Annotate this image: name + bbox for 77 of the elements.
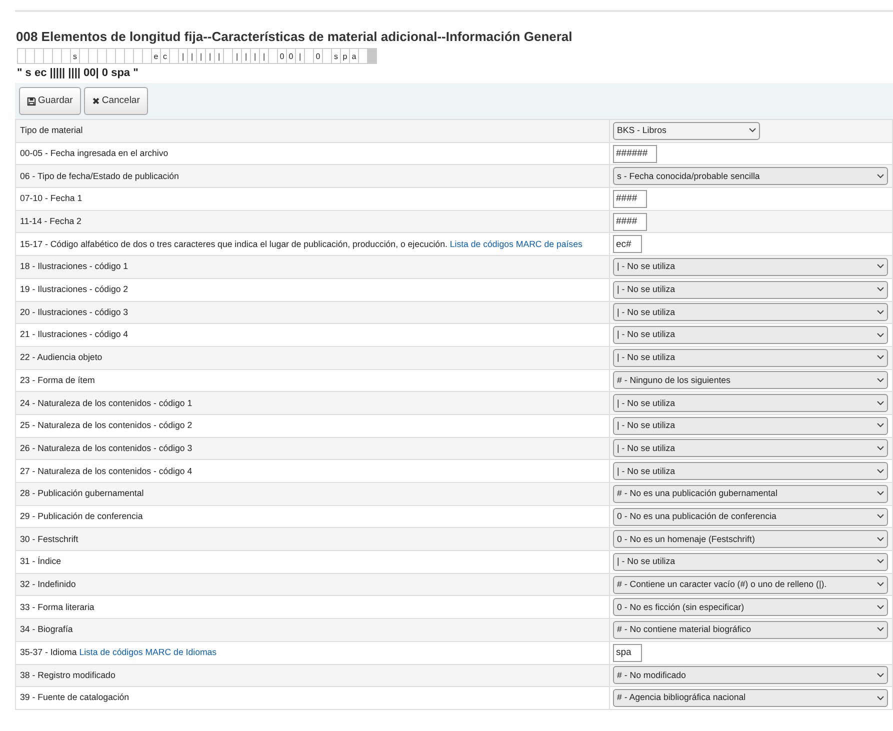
input-field[interactable]: #### xyxy=(613,212,647,231)
field-label: 11-14 - Fecha 2 xyxy=(20,216,82,226)
dropdown[interactable]: # - No modificado xyxy=(613,666,888,684)
field-label: 33 - Forma literaria xyxy=(20,602,94,612)
field-label: 00-05 - Fecha ingresada en el archivo xyxy=(20,148,168,158)
field-label: 21 - Ilustraciones - código 4 xyxy=(20,329,128,340)
dropdown[interactable]: | - No se utiliza xyxy=(613,280,888,299)
character-cell[interactable]: | xyxy=(233,48,242,64)
character-cell[interactable]: s xyxy=(332,48,341,64)
field-label: 35-37 - Idioma xyxy=(20,647,77,658)
dropdown[interactable]: | - No se utiliza xyxy=(613,439,888,458)
character-cell[interactable]: | xyxy=(215,48,224,64)
field-label: Tipo de material xyxy=(20,125,83,136)
character-cell[interactable]: | xyxy=(260,48,269,64)
link[interactable]: Lista de códigos MARC de países xyxy=(450,238,582,249)
character-cell[interactable]: | xyxy=(179,48,188,64)
dropdown[interactable]: 0 - No es un homenaje (Festschrift) xyxy=(613,530,888,548)
dropdown[interactable]: BKS - Libros xyxy=(613,122,760,140)
character-cell[interactable]: e xyxy=(152,48,161,64)
input-field[interactable]: ec# xyxy=(613,235,642,254)
field-label: 07-10 - Fecha 1 xyxy=(20,193,82,204)
dropdown[interactable]: | - No se utiliza xyxy=(613,258,888,276)
field-label: 27 - Naturaleza de los contenidos - código 4 xyxy=(20,466,192,476)
field-label: 24 - Naturaleza de los contenidos - código 1 xyxy=(20,398,192,408)
character-cell[interactable]: 0 xyxy=(287,48,296,64)
character-cell[interactable]: | xyxy=(242,48,251,64)
field-label: 39 - Fuente de catalogación xyxy=(20,692,130,702)
dropdown[interactable]: | - No se utiliza xyxy=(613,552,888,571)
field-label: 25 - Naturaleza de los contenidos - código 2 xyxy=(20,420,192,430)
dropdown[interactable]: | - No se utiliza xyxy=(613,394,888,412)
dropdown[interactable]: # - Contiene un caracter vacío (#) o uno de relleno (|). xyxy=(613,576,888,594)
dropdown[interactable]: | - No se utiliza xyxy=(613,462,888,480)
field-label: 23 - Forma de ítem xyxy=(20,374,95,385)
dropdown[interactable]: # - No contiene material biográfico xyxy=(613,620,888,639)
dropdown[interactable]: | - No se utiliza xyxy=(613,326,888,344)
input-field[interactable]: ###### xyxy=(613,144,657,163)
dropdown[interactable]: | - No se utiliza xyxy=(613,416,888,435)
character-cell[interactable]: | xyxy=(251,48,260,64)
character-cell[interactable]: | xyxy=(188,48,197,64)
dropdown[interactable]: 0 - No es una publicación de conferencia xyxy=(613,508,888,526)
field-label: 34 - Biografía xyxy=(20,624,73,634)
dropdown[interactable]: # - Agencia bibliográfica nacional xyxy=(613,689,888,708)
dropdown[interactable]: # - No es una publicación gubernamental xyxy=(613,484,888,503)
character-cell[interactable]: | xyxy=(296,48,305,64)
input-field[interactable]: spa xyxy=(613,644,642,662)
dropdown[interactable]: | - No se utiliza xyxy=(613,348,888,367)
input-field[interactable]: #### xyxy=(613,190,647,208)
dropdown[interactable]: 0 - No es ficción (sin especificar) xyxy=(613,598,888,616)
preview-text: " s ec ||||| |||| 00| 0 spa " xyxy=(17,66,140,80)
character-cell[interactable]: | xyxy=(206,48,215,64)
field-label: 22 - Audiencia objeto xyxy=(20,352,102,362)
dropdown[interactable]: s - Fecha conocida/probable sencilla xyxy=(613,167,888,186)
character-cell[interactable]: c xyxy=(161,48,170,64)
field-label: 31 - Índice xyxy=(20,556,62,566)
field-label: 38 - Registro modificado xyxy=(20,670,116,680)
field-label: 15-17 - Código alfabético de dos o tres caracteres que indica el lugar de publicación, producción, o ejecución. xyxy=(20,238,448,249)
field-label: 19 - Ilustraciones - código 2 xyxy=(20,284,128,294)
page-title: 008 Elementos de longitud fija--Características de material adicional--Información General xyxy=(16,28,574,46)
character-cell[interactable]: 0 xyxy=(278,48,287,64)
cancel-button[interactable]: Cancelar xyxy=(84,87,148,115)
field-label: 29 - Publicación de conferencia xyxy=(20,510,143,521)
field-label: 20 - Ilustraciones - código 3 xyxy=(20,306,128,317)
character-cell[interactable]: | xyxy=(197,48,206,64)
dropdown[interactable]: | - No se utiliza xyxy=(613,303,888,322)
character-cell[interactable]: s xyxy=(71,48,80,64)
field-label: 18 - Ilustraciones - código 1 xyxy=(20,261,128,272)
field-label: 26 - Naturaleza de los contenidos - código 3 xyxy=(20,442,192,453)
character-cell[interactable]: a xyxy=(350,48,359,64)
field-label: 30 - Festschrift xyxy=(20,534,78,544)
dropdown[interactable]: # - Ninguno de los siguientes xyxy=(613,371,888,390)
field-label: 32 - Indefinido xyxy=(20,579,76,589)
link[interactable]: Lista de códigos MARC de Idiomas xyxy=(79,647,217,658)
character-cell[interactable]: p xyxy=(341,48,350,64)
field-label: 28 - Publicación gubernamental xyxy=(20,488,144,498)
field-label: 06 - Tipo de fecha/Estado de publicación xyxy=(20,170,179,181)
save-button[interactable]: Guardar xyxy=(19,87,81,115)
character-cell[interactable]: 0 xyxy=(314,48,323,64)
